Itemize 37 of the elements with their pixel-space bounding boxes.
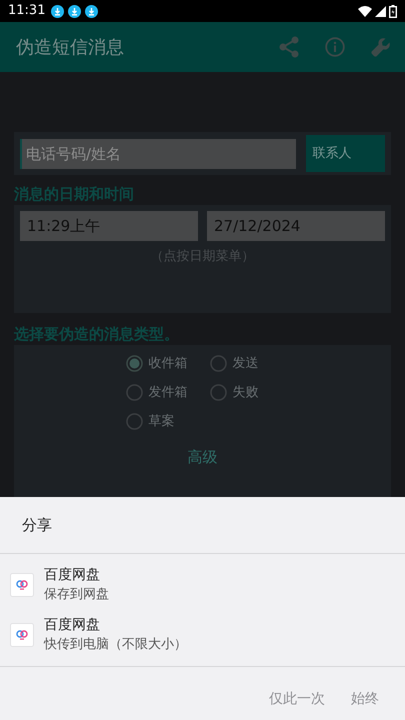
info-icon[interactable] (325, 37, 345, 57)
radio-label[interactable]: 发件箱 (148, 382, 188, 402)
sheet-title: 分享 (0, 497, 405, 554)
action-label: 保存到网盘 (44, 586, 109, 604)
action-label: 快传到电脑（不限大小） (44, 636, 187, 654)
share-target-item[interactable]: 百度网盘 保存到网盘 (0, 560, 405, 610)
download-icon (51, 4, 64, 18)
radio-button[interactable] (126, 355, 142, 372)
radio-label[interactable]: 发送 (232, 354, 258, 374)
sheet-button[interactable]: 始终 (345, 689, 385, 710)
cloud-app-icon (10, 623, 34, 647)
radio-label[interactable]: 收件箱 (148, 354, 188, 374)
wrench-icon[interactable] (371, 37, 391, 57)
battery-icon (389, 4, 397, 18)
download-icon (68, 4, 82, 18)
signal-icon (375, 6, 386, 16)
status-time: 11:31 (8, 2, 46, 20)
app-title: 伪造短信消息 (16, 36, 125, 60)
share-icon[interactable] (279, 36, 299, 58)
app-name: 百度网盘 (44, 616, 101, 635)
download-icon (85, 4, 98, 18)
time-field[interactable]: 11:29上午 (20, 211, 198, 241)
contacts-button[interactable]: 联系人 (306, 135, 385, 172)
app-name: 百度网盘 (44, 566, 101, 585)
radio-button[interactable] (210, 355, 226, 372)
cloud-app-icon (10, 573, 34, 597)
radio-button[interactable] (126, 384, 142, 401)
wifi-icon (358, 6, 372, 16)
radio-label[interactable]: 草案 (148, 412, 174, 432)
radio-button[interactable] (126, 413, 142, 430)
advanced-button[interactable]: 高级 (188, 446, 218, 468)
phone-name-field[interactable]: 电话号码/姓名 (20, 138, 296, 168)
radio-label[interactable]: 失败 (232, 382, 258, 402)
date-field[interactable]: 27/12/2024 (207, 211, 385, 241)
share-target-item[interactable]: 百度网盘 快传到电脑（不限大小） (0, 610, 405, 660)
radio-button[interactable] (210, 384, 226, 401)
sheet-button[interactable]: 仅此一次 (263, 689, 331, 710)
